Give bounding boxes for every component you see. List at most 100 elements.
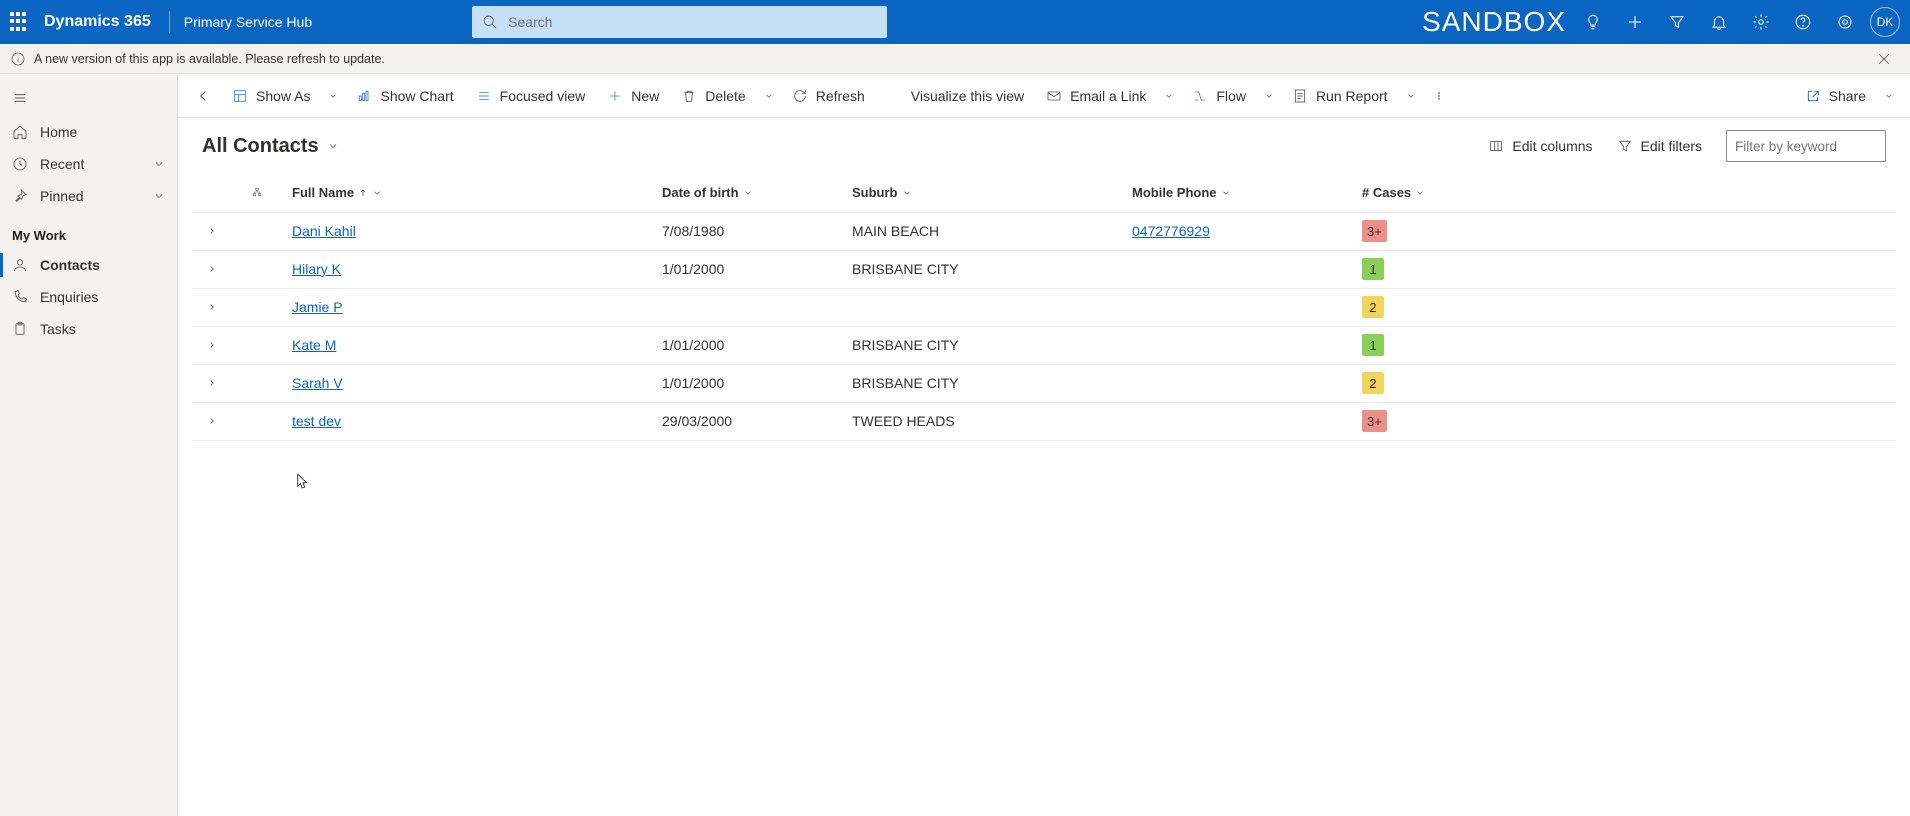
show-as-button[interactable]: Show As [222,74,320,117]
col-cases[interactable]: # Cases [1352,174,1896,212]
refresh-button[interactable]: Refresh [782,74,875,117]
pin-icon [12,188,28,204]
funnel-icon[interactable] [1656,0,1698,44]
flow-dropdown[interactable] [1258,74,1280,117]
run-report-button[interactable]: Run Report [1282,74,1398,117]
expand-row-button[interactable] [192,288,232,326]
contact-link[interactable]: Sarah V [292,375,343,391]
cases-cell: 2 [1352,364,1896,402]
cases-cell: 2 [1352,288,1896,326]
show-as-dropdown[interactable] [322,74,344,117]
back-button[interactable] [188,74,220,117]
contact-link[interactable]: Dani Kahil [292,223,356,239]
share-button[interactable]: Share [1795,74,1876,117]
keyword-filter-input[interactable] [1726,130,1886,162]
cmd-label: Show Chart [380,88,453,104]
dob-cell [652,288,842,326]
col-mobile[interactable]: Mobile Phone [1122,174,1352,212]
table-row[interactable]: Hilary K 1/01/2000BRISBANE CITY 1 [192,250,1896,288]
share-icon [1805,88,1821,104]
waffle-icon[interactable] [10,12,30,32]
close-icon[interactable] [1876,51,1900,67]
table-row[interactable]: Kate M1/01/2000BRISBANE CITY1 [192,326,1896,364]
cases-badge: 2 [1362,372,1384,394]
edit-columns-button[interactable]: Edit columns [1476,130,1604,162]
app-name-label[interactable]: Primary Service Hub [184,14,312,30]
sidebar-item-enquiries[interactable]: Enquiries [0,281,177,313]
chevron-down-icon [372,188,382,198]
gear-icon[interactable] [1740,0,1782,44]
assist-icon[interactable] [1824,0,1866,44]
sidebar-item-tasks[interactable]: Tasks [0,313,177,345]
help-icon[interactable] [1782,0,1824,44]
bell-icon[interactable] [1698,0,1740,44]
contact-link[interactable]: Jamie P [292,299,343,315]
dob-cell: 7/08/1980 [652,212,842,250]
visualize-button[interactable]: Visualize this view [877,74,1034,117]
more-commands-button[interactable] [1424,74,1454,117]
expand-row-button[interactable] [192,402,232,440]
col-dob[interactable]: Date of birth [652,174,842,212]
cases-badge: 3+ [1362,410,1387,432]
run-report-dropdown[interactable] [1400,74,1422,117]
share-dropdown[interactable] [1878,74,1900,117]
global-search[interactable] [472,6,887,38]
trash-icon [681,88,697,104]
table-row[interactable]: Sarah V1/01/2000BRISBANE CITY2 [192,364,1896,402]
email-link-button[interactable]: Email a Link [1036,74,1156,117]
col-suburb[interactable]: Suburb [842,174,1122,212]
phone-link[interactable]: 0472776929 [1132,223,1210,239]
expand-row-button[interactable] [192,364,232,402]
focused-view-button[interactable]: Focused view [466,74,596,117]
col-hierarchy[interactable] [232,174,282,212]
cases-cell: 1 [1352,326,1896,364]
table-row[interactable]: test dev29/03/2000TWEED HEADS3+ [192,402,1896,440]
suburb-cell: BRISBANE CITY [842,364,1122,402]
chevron-down-icon [1415,188,1425,198]
table-row[interactable]: Jamie P 2 [192,288,1896,326]
delete-dropdown[interactable] [758,74,780,117]
table-row[interactable]: Dani Kahil7/08/1980MAIN BEACH04727769293… [192,212,1896,250]
clock-icon [12,156,28,172]
contact-link[interactable]: Hilary K [292,261,341,277]
contact-link[interactable]: test dev [292,413,341,429]
show-chart-button[interactable]: Show Chart [346,74,463,117]
hamburger-icon[interactable] [0,80,40,116]
columns-icon [1488,138,1504,154]
email-link-dropdown[interactable] [1158,74,1180,117]
expand-row-button[interactable] [192,326,232,364]
hierarchy-cell [232,364,282,402]
edit-filters-button[interactable]: Edit filters [1605,130,1714,162]
layout-icon [232,88,248,104]
flow-button[interactable]: Flow [1182,74,1256,117]
suburb-cell: BRISBANE CITY [842,250,1122,288]
expand-row-button[interactable] [192,212,232,250]
col-full-name[interactable]: Full Name [282,174,652,212]
command-bar: Show As Show Chart Focused view New Dele… [178,74,1910,118]
sidebar-item-recent[interactable]: Recent [0,148,177,180]
full-name-cell: Dani Kahil [282,212,652,250]
notification-text: A new version of this app is available. … [34,52,385,66]
full-name-cell: Kate M [282,326,652,364]
chevron-down-icon [743,188,753,198]
view-title-label: All Contacts [202,135,319,158]
sidebar-item-pinned[interactable]: Pinned [0,180,177,212]
cases-badge: 1 [1362,258,1384,280]
lightbulb-icon[interactable] [1572,0,1614,44]
contact-link[interactable]: Kate M [292,337,336,353]
brand-label[interactable]: Dynamics 365 [44,13,151,31]
dob-cell: 1/01/2000 [652,250,842,288]
avatar[interactable]: DK [1870,7,1900,37]
plus-icon[interactable] [1614,0,1656,44]
search-input[interactable] [506,13,877,31]
col-expander [192,174,232,212]
suburb-cell: MAIN BEACH [842,212,1122,250]
delete-button[interactable]: Delete [671,74,755,117]
sidebar-item-home[interactable]: Home [0,116,177,148]
new-button[interactable]: New [597,74,669,117]
mobile-cell [1122,326,1352,364]
view-selector[interactable]: All Contacts [202,135,339,158]
expand-row-button[interactable] [192,250,232,288]
sidebar-item-contacts[interactable]: Contacts [0,249,177,281]
sidebar: Home Recent Pinned My Work Contacts Enqu… [0,74,178,816]
